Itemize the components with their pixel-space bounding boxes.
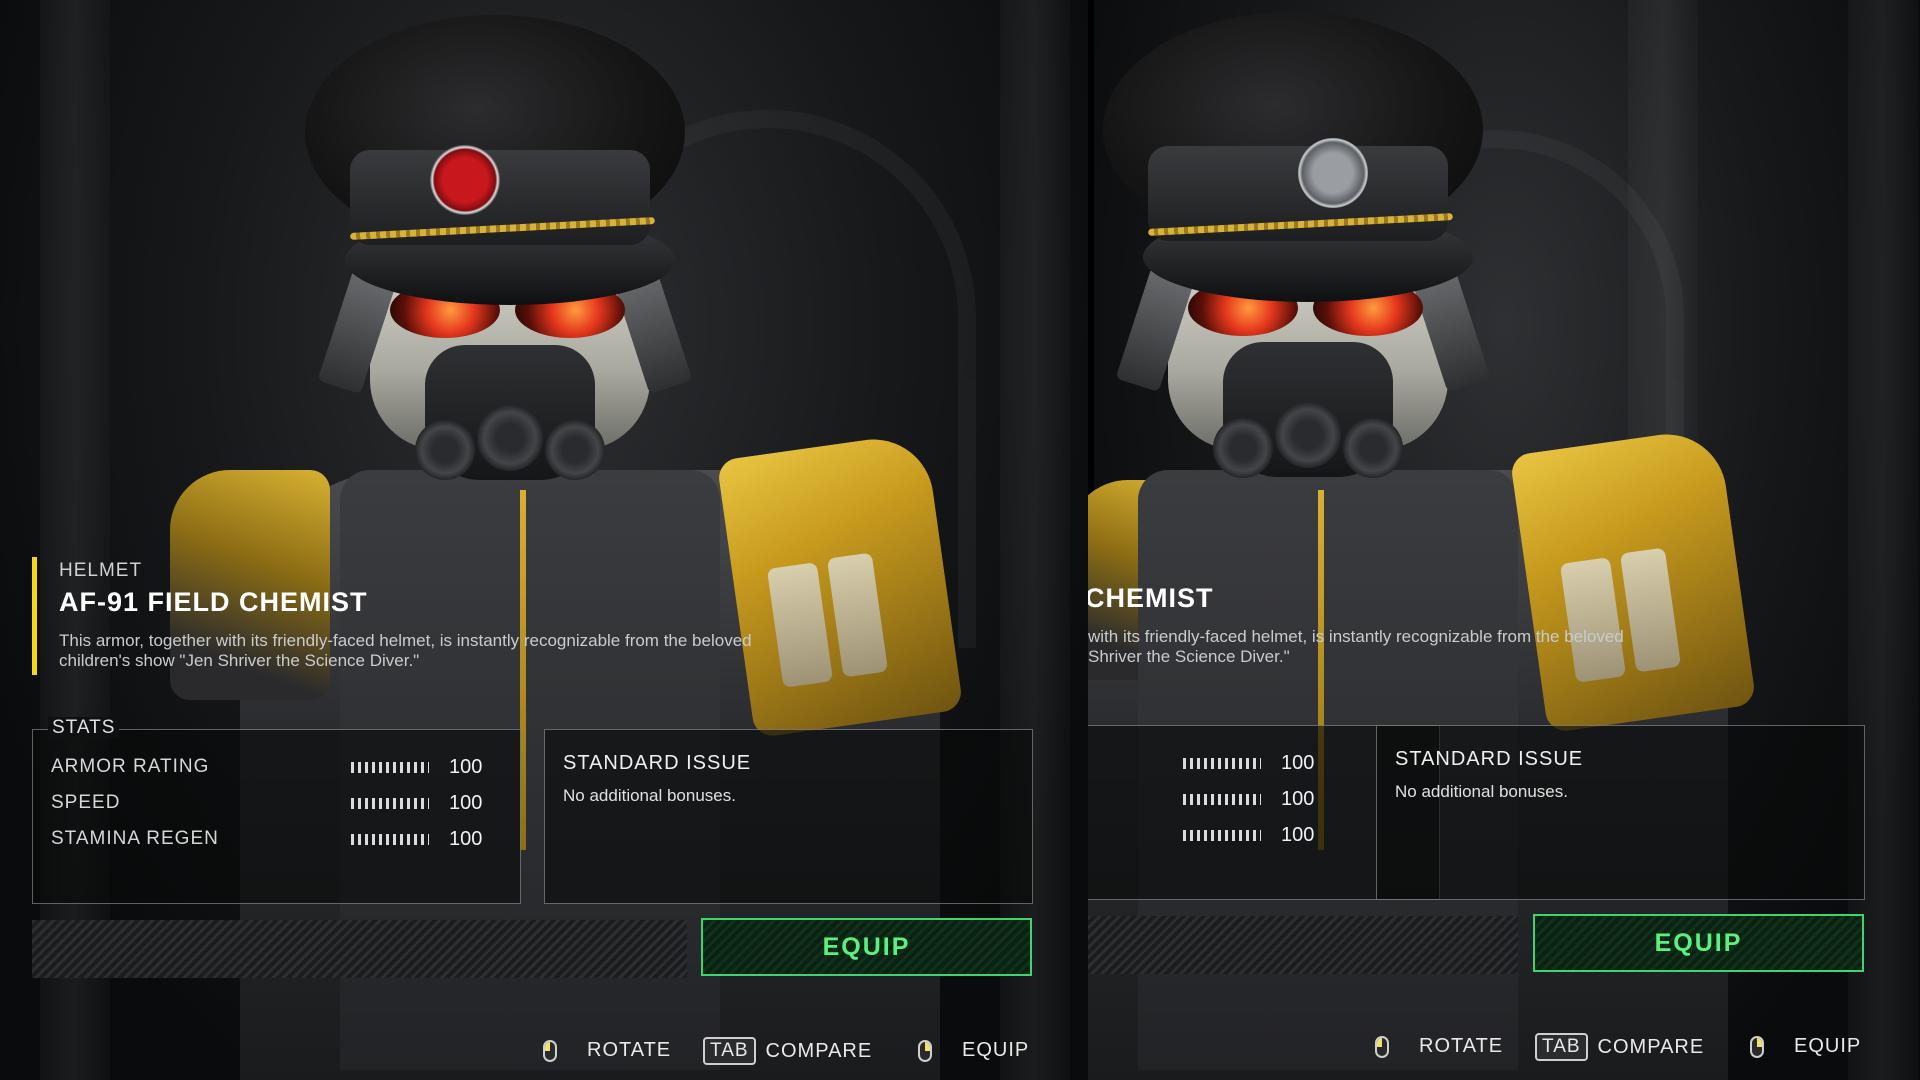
- passive-description: No additional bonuses.: [1395, 782, 1568, 801]
- stat-bar-armor-rating: [351, 762, 429, 773]
- silver-emblem-icon: [1298, 138, 1368, 208]
- tab-key-icon: TAB: [1535, 1033, 1588, 1061]
- mouse-left-icon: [543, 1039, 557, 1062]
- mouse-right-icon: [918, 1039, 932, 1062]
- item-description-line-2: children's show "Jen Shriver the Science…: [59, 651, 420, 670]
- passive-description: No additional bonuses.: [563, 786, 736, 805]
- decorative-hatch-bar: [32, 920, 687, 978]
- tab-key-icon: TAB: [703, 1037, 756, 1065]
- decorative-hatch-bar: [1088, 916, 1518, 974]
- mouse-left-icon: [1375, 1035, 1389, 1058]
- stat-value-armor-rating: 100: [1281, 752, 1315, 774]
- stat-bar-speed: [1183, 794, 1261, 805]
- mouse-right-icon: [1750, 1035, 1764, 1058]
- hint-compare[interactable]: TAB COMPARE: [1535, 1033, 1704, 1061]
- hint-rotate[interactable]: ROTATE: [1375, 1035, 1503, 1058]
- item-description-line-1: with its friendly-faced helmet, is insta…: [1088, 627, 1624, 646]
- item-description-line-1: This armor, together with its friendly-f…: [59, 631, 752, 650]
- equip-button[interactable]: EQUIP: [1533, 914, 1864, 972]
- item-name: AF-91 FIELD CHEMIST: [59, 587, 368, 617]
- stats-title: STATS: [48, 717, 120, 739]
- hint-compare-label: COMPARE: [765, 1039, 873, 1062]
- passive-title: STANDARD ISSUE: [563, 752, 752, 774]
- hint-rotate-label: ROTATE: [1419, 1035, 1504, 1057]
- stat-bar-armor-rating: [1183, 758, 1261, 769]
- hint-equip-label: EQUIP: [962, 1039, 1030, 1061]
- hint-equip[interactable]: EQUIP: [1750, 1035, 1861, 1058]
- hint-rotate[interactable]: ROTATE: [543, 1039, 671, 1062]
- stat-value-armor-rating: 100: [449, 756, 483, 778]
- item-description-line-2: Shriver the Science Diver.": [1088, 647, 1290, 666]
- stat-value-stamina-regen: 100: [1281, 824, 1315, 846]
- stat-value-stamina-regen: 100: [449, 828, 483, 850]
- stat-value-speed: 100: [1281, 788, 1315, 810]
- right-preview-panel: CHEMIST with its friendly-faced helmet, …: [1088, 0, 1920, 1080]
- hint-equip-label: EQUIP: [1794, 1035, 1862, 1057]
- item-name: CHEMIST: [1088, 583, 1214, 613]
- accent-bar: [32, 557, 37, 675]
- equip-button[interactable]: EQUIP: [701, 918, 1032, 976]
- stat-label-armor-rating: ARMOR RATING: [51, 756, 210, 777]
- stat-bar-stamina-regen: [351, 834, 429, 845]
- red-skull-emblem-icon: [430, 145, 500, 215]
- stat-value-speed: 100: [449, 792, 483, 814]
- hint-compare[interactable]: TAB COMPARE: [703, 1037, 872, 1065]
- hint-compare-label: COMPARE: [1597, 1035, 1705, 1058]
- passive-title: STANDARD ISSUE: [1395, 748, 1584, 770]
- stat-label-speed: SPEED: [51, 792, 121, 813]
- item-type-label: HELMET: [59, 560, 143, 581]
- hint-rotate-label: ROTATE: [587, 1039, 672, 1061]
- left-preview-panel: HELMET AF-91 FIELD CHEMIST This armor, t…: [0, 0, 1088, 1080]
- stat-label-stamina-regen: STAMINA REGEN: [51, 828, 219, 849]
- stat-bar-stamina-regen: [1183, 830, 1261, 841]
- stat-bar-speed: [351, 798, 429, 809]
- hint-equip[interactable]: EQUIP: [918, 1039, 1029, 1062]
